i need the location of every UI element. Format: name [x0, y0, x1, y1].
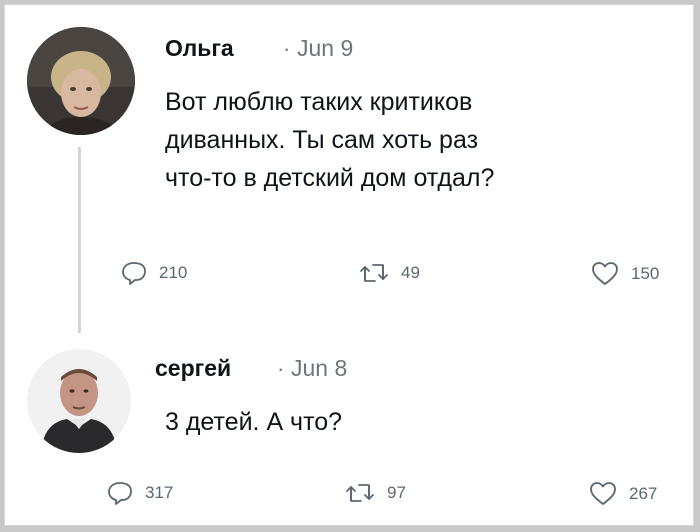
tweet-thread-card: Ольга · Jun 9 Вот люблю таких критиков д…: [4, 4, 694, 526]
reply-button[interactable]: 210: [121, 261, 187, 285]
like-icon: [592, 262, 618, 285]
retweet-count: 97: [387, 483, 406, 502]
retweet-icon: [346, 484, 374, 502]
meta-separator: ·: [277, 356, 285, 381]
like-icon: [590, 482, 616, 505]
like-count: 267: [629, 484, 658, 503]
tweet-text-line: что-то в детский дом отдал?: [165, 164, 495, 192]
reply-count: 210: [159, 263, 188, 282]
tweet-date[interactable]: Jun 8: [291, 355, 347, 382]
tweet-text-line: Вот люблю таких критиков: [165, 88, 473, 116]
tweet-text: Вот люблю таких критиков диванных. Ты са…: [165, 83, 635, 197]
like-button[interactable]: 150: [591, 261, 659, 287]
avatar-olga-image: [27, 27, 135, 135]
retweet-count: 49: [401, 263, 420, 282]
retweet-button[interactable]: 97: [345, 481, 406, 505]
reply-button[interactable]: 317: [107, 481, 173, 505]
tweet-text-line: 3 детей. А что?: [165, 408, 343, 436]
tweet-author-name[interactable]: сергей: [155, 355, 231, 382]
tweet-author-name[interactable]: Ольга: [165, 35, 234, 62]
like-count: 150: [631, 264, 660, 283]
thread-connector-line: [78, 147, 81, 333]
tweet-text: 3 детей. А что?: [165, 403, 635, 441]
avatar-olga[interactable]: [27, 27, 135, 135]
retweet-icon: [360, 264, 388, 282]
retweet-button[interactable]: 49: [359, 261, 420, 285]
like-button[interactable]: 267: [589, 481, 657, 507]
avatar-sergey[interactable]: [27, 349, 131, 453]
meta-separator: ·: [283, 36, 291, 61]
avatar-sergey-image: [27, 349, 131, 453]
tweet-text-line: диванных. Ты сам хоть раз: [165, 126, 479, 154]
reply-count: 317: [145, 483, 174, 502]
reply-icon: [108, 482, 132, 505]
reply-icon: [122, 262, 146, 285]
tweet-date[interactable]: Jun 9: [297, 35, 353, 62]
